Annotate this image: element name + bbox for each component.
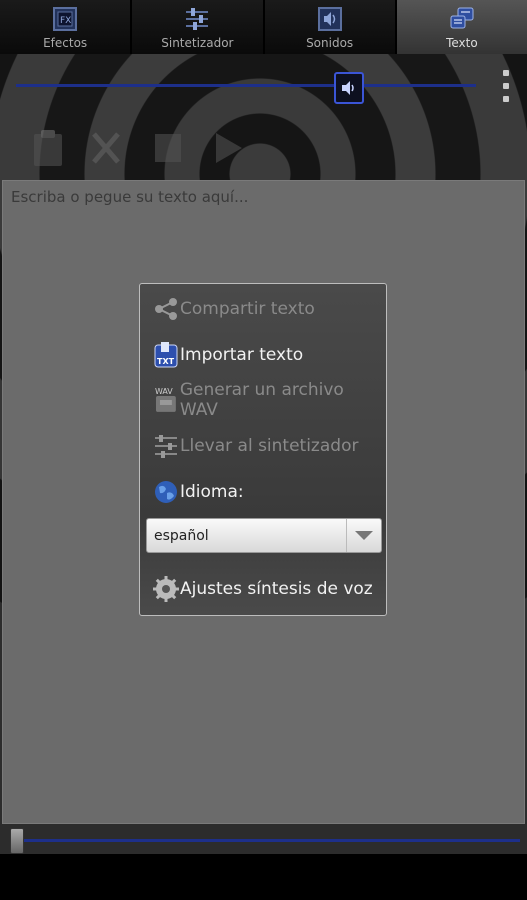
system-bar: [0, 854, 527, 900]
tab-sintetizador[interactable]: Sintetizador: [132, 0, 265, 54]
text-bubble-icon: [450, 7, 474, 29]
share-text-label: Compartir texto: [180, 299, 315, 319]
send-to-synth-label: Llevar al sintetizador: [180, 436, 359, 456]
tab-sonidos[interactable]: Sonidos: [264, 0, 397, 54]
tab-label: Efectos: [43, 36, 88, 50]
volume-knob[interactable]: [334, 72, 364, 104]
tab-efectos[interactable]: FX Efectos: [0, 0, 133, 54]
fx-icon: FX: [53, 7, 78, 31]
chevron-down-icon: [346, 519, 381, 552]
tts-settings-item[interactable]: Ajustes síntesis de voz: [152, 574, 373, 604]
volume-slider[interactable]: [16, 84, 476, 87]
send-to-synth-item[interactable]: Llevar al sintetizador: [152, 431, 358, 461]
share-icon: [155, 298, 177, 320]
wav-file-icon: WAV: [155, 387, 176, 412]
share-text-item[interactable]: Compartir texto: [152, 294, 315, 324]
tab-bar: FX Efectos Sintetizador Sonidos Texto: [0, 0, 527, 54]
speaker-icon: [317, 7, 342, 31]
import-text-item[interactable]: TXT Importar texto: [152, 340, 303, 370]
svg-text:FX: FX: [60, 16, 71, 26]
cut-icon[interactable]: [88, 128, 124, 168]
language-value: español: [154, 527, 209, 544]
play-icon[interactable]: [210, 128, 246, 168]
sliders-icon: [155, 435, 177, 458]
progress-knob[interactable]: [10, 828, 24, 854]
generate-wav-label: Generar un archivo WAV: [179, 380, 344, 420]
language-select[interactable]: español: [146, 518, 382, 553]
generate-wav-item[interactable]: WAV Generar un archivo WAV: [152, 380, 386, 420]
sliders-icon: [186, 8, 209, 30]
overflow-menu-icon[interactable]: [501, 70, 511, 102]
stop-icon[interactable]: [150, 128, 186, 168]
gear-icon: [153, 576, 179, 602]
volume-icon: [342, 81, 354, 95]
tab-label: Sintetizador: [161, 36, 234, 50]
progress-slider[interactable]: [10, 839, 520, 842]
txt-file-icon: TXT: [154, 342, 178, 368]
paste-icon[interactable]: [30, 128, 66, 168]
tab-label: Sonidos: [306, 36, 354, 50]
globe-icon: [155, 481, 177, 503]
tab-label: Texto: [446, 36, 478, 50]
text-input[interactable]: [9, 187, 513, 207]
tts-settings-label: Ajustes síntesis de voz: [180, 579, 373, 599]
import-text-label: Importar texto: [180, 345, 304, 365]
language-row: Idioma:: [152, 477, 244, 507]
language-label: Idioma:: [180, 482, 244, 502]
txt-badge: TXT: [157, 357, 175, 366]
tab-texto[interactable]: Texto: [396, 0, 527, 54]
wav-badge: WAV: [155, 387, 173, 396]
options-menu: Compartir texto TXT Importar texto WAV G…: [139, 283, 387, 616]
